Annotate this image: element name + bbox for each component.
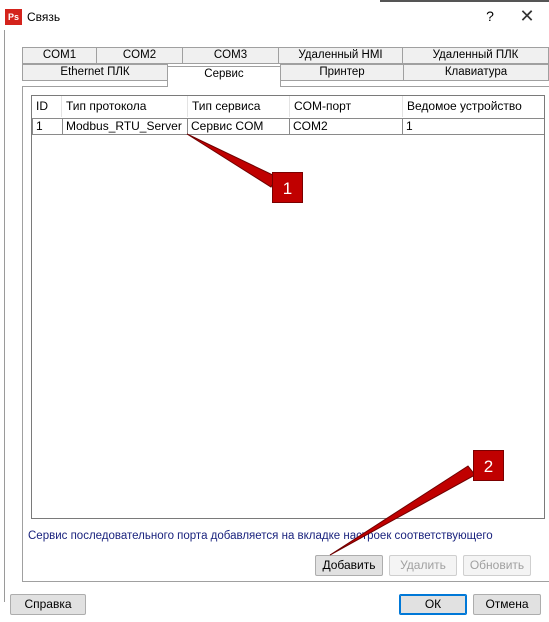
callout-2: 2 <box>473 450 504 481</box>
callout-1-arrow <box>186 133 278 188</box>
annotation-arrows <box>186 133 476 556</box>
callout-2-arrow <box>329 465 476 556</box>
callout-1: 1 <box>272 172 303 203</box>
